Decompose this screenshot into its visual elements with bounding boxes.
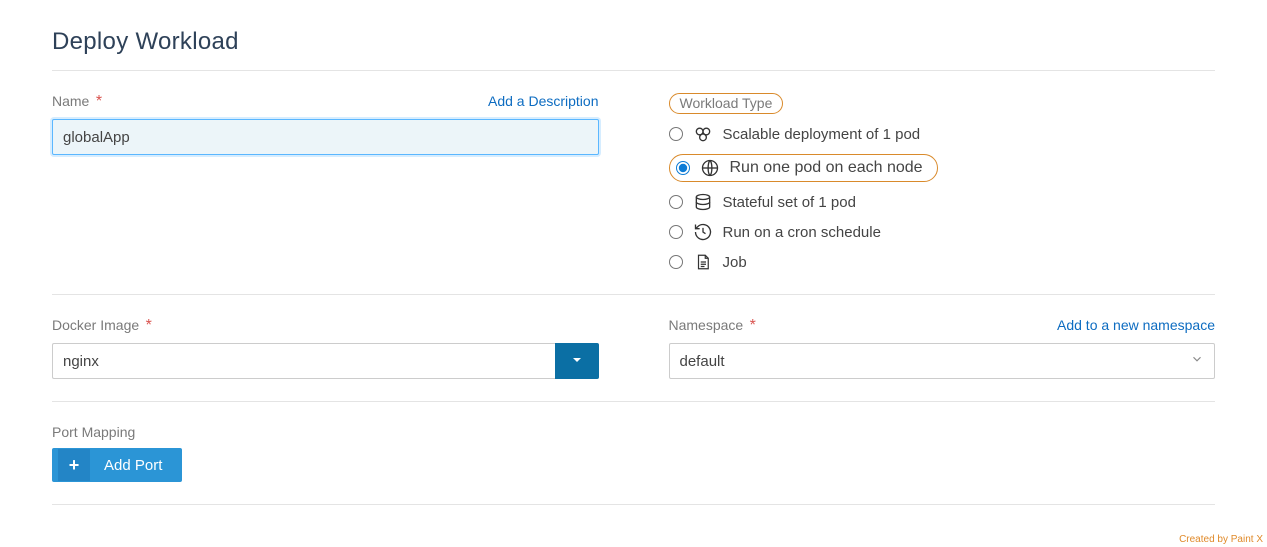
database-icon (693, 192, 713, 212)
workload-type-label: Workload Type (669, 93, 784, 114)
radio-scalable[interactable] (669, 127, 683, 141)
workload-option-cron[interactable]: Run on a cron schedule (669, 222, 1216, 242)
radio-statefulset[interactable] (669, 195, 683, 209)
namespace-select[interactable]: default (669, 343, 1216, 379)
watermark: Created by Paint X (1179, 534, 1263, 545)
workload-type-list: Scalable deployment of 1 pod (669, 124, 1216, 272)
docker-image-input[interactable] (52, 343, 555, 379)
docker-image-dropdown-button[interactable] (555, 343, 599, 379)
radio-cron[interactable] (669, 225, 683, 239)
workload-option-label: Stateful set of 1 pod (723, 194, 856, 211)
deploy-icon (693, 124, 713, 144)
workload-option-label: Scalable deployment of 1 pod (723, 126, 921, 143)
chevron-down-icon (1190, 352, 1204, 370)
add-port-label: Add Port (90, 457, 176, 474)
document-icon (693, 252, 713, 272)
globe-icon (700, 158, 720, 178)
workload-option-scalable[interactable]: Scalable deployment of 1 pod (669, 124, 1216, 144)
workload-option-daemonset-highlight: Run one pod on each node (669, 154, 938, 182)
page-title: Deploy Workload (52, 28, 1215, 56)
namespace-value: default (680, 353, 725, 370)
name-input[interactable] (52, 119, 599, 155)
workload-option-statefulset[interactable]: Stateful set of 1 pod (669, 192, 1216, 212)
add-namespace-link[interactable]: Add to a new namespace (1057, 317, 1215, 333)
namespace-label: Namespace (669, 317, 744, 333)
workload-option-label: Run on a cron schedule (723, 224, 881, 241)
name-label: Name (52, 93, 89, 109)
required-marker: * (750, 317, 756, 334)
add-description-link[interactable]: Add a Description (488, 93, 599, 109)
plus-icon: + (58, 449, 90, 481)
divider (52, 504, 1215, 505)
clock-history-icon (693, 222, 713, 242)
required-marker: * (146, 317, 152, 334)
workload-option-job[interactable]: Job (669, 252, 1216, 272)
add-port-button[interactable]: + Add Port (52, 448, 182, 482)
workload-option-label: Job (723, 254, 747, 271)
radio-job[interactable] (669, 255, 683, 269)
docker-image-label: Docker Image (52, 317, 139, 333)
radio-daemonset[interactable] (676, 161, 690, 175)
workload-option-label: Run one pod on each node (730, 159, 923, 177)
required-marker: * (96, 93, 102, 110)
chevron-down-icon (569, 352, 585, 371)
port-mapping-heading: Port Mapping (52, 424, 1215, 440)
